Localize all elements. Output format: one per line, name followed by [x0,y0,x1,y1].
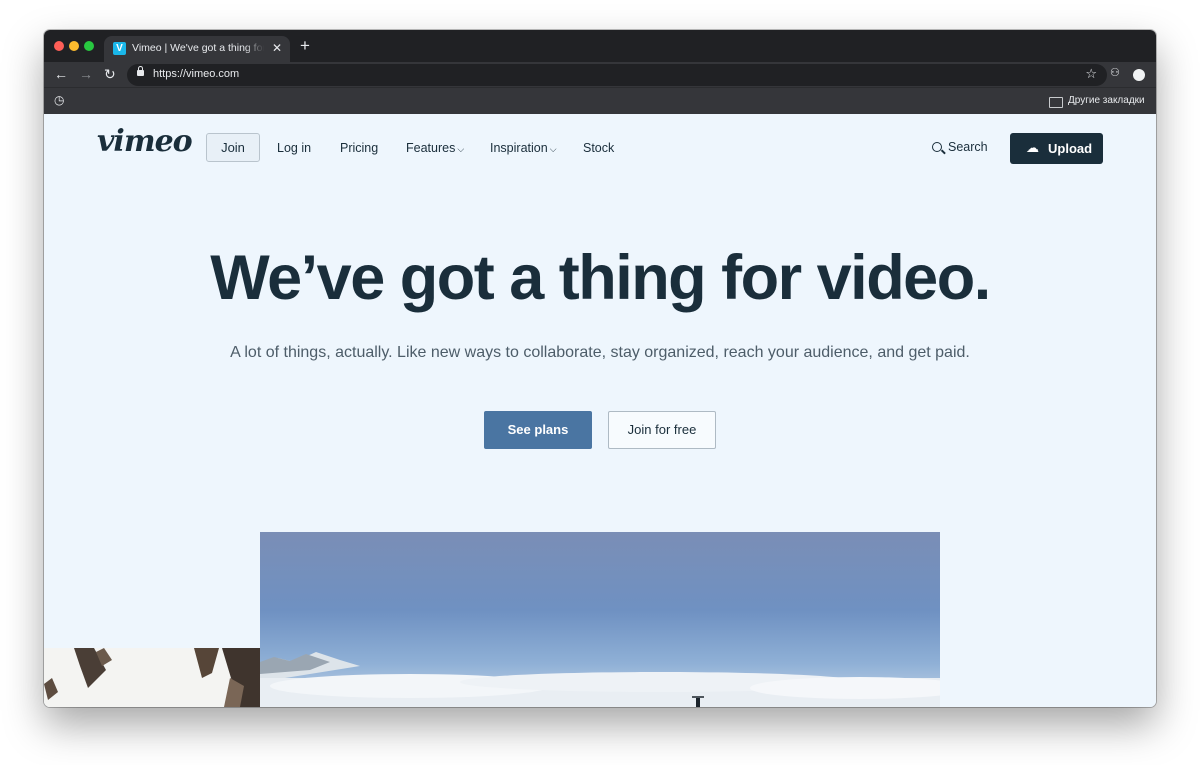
new-tab-button[interactable]: + [300,36,310,56]
snowy-rocks-image [44,648,260,707]
url-text[interactable]: https://vimeo.com [153,68,239,80]
maximize-window-button[interactable] [84,41,94,51]
extension-icon[interactable]: ⚇ [1110,66,1120,79]
vimeo-favicon-icon: V [113,42,126,55]
history-icon[interactable]: ◷ [54,93,64,107]
reload-icon[interactable]: ↻ [104,65,116,83]
search-icon [932,142,942,152]
nav-link-inspiration[interactable]: Inspiration ⌵ [490,141,557,155]
join-for-free-button[interactable]: Join for free [608,411,716,449]
upload-label: Upload [1048,141,1093,156]
chevron-down-icon: ⌵ [457,144,465,154]
minimize-window-button[interactable] [69,41,79,51]
page-content: vimeo Join Log in Pricing Features ⌵ Insp… [44,114,1156,707]
forward-arrow-icon[interactable]: → [79,65,93,83]
nav-link-login[interactable]: Log in [277,141,311,155]
browser-tab[interactable]: V Vimeo | We've got a thing for video ✕ [104,36,290,62]
cloud-upload-icon: ☁ [1026,140,1039,155]
browser-window: V Vimeo | We've got a thing for video ✕ … [44,30,1156,707]
upload-button[interactable]: ☁ Upload [1010,133,1103,164]
hero-subtitle: A lot of things, actually. Like new ways… [230,344,970,361]
features-label: Features [406,141,456,155]
nav-link-features[interactable]: Features ⌵ [406,141,464,155]
close-window-button[interactable] [54,41,64,51]
bookmarks-bar: ◷ Другие закладки [44,87,1156,115]
join-button[interactable]: Join [206,133,260,162]
address-bar[interactable]: https://vimeo.com ☆ [127,64,1107,86]
search-label: Search [948,140,988,154]
inspiration-label: Inspiration [490,141,548,155]
tab-strip: V Vimeo | We've got a thing for video ✕ … [44,30,1156,62]
nav-link-pricing[interactable]: Pricing [340,141,378,155]
star-icon[interactable]: ☆ [1085,66,1097,82]
tab-title: Vimeo | We've got a thing for video [132,42,264,54]
browser-toolbar: ← → ↻ https://vimeo.com ☆ [44,62,1156,87]
vimeo-logo[interactable]: vimeo [97,124,193,159]
profile-icon[interactable] [1133,69,1145,81]
nav-link-stock[interactable]: Stock [583,141,614,155]
chevron-down-icon: ⌵ [549,144,557,154]
see-plans-button[interactable]: See plans [484,411,592,449]
lock-icon [137,66,144,76]
other-bookmarks-folder[interactable]: Другие закладки [1068,95,1145,106]
folder-icon [1049,97,1063,108]
hero-title: We’ve got a thing for video. [210,243,991,313]
close-tab-icon[interactable]: ✕ [272,41,282,55]
hero-video[interactable] [260,532,940,707]
back-arrow-icon[interactable]: ← [54,65,68,83]
